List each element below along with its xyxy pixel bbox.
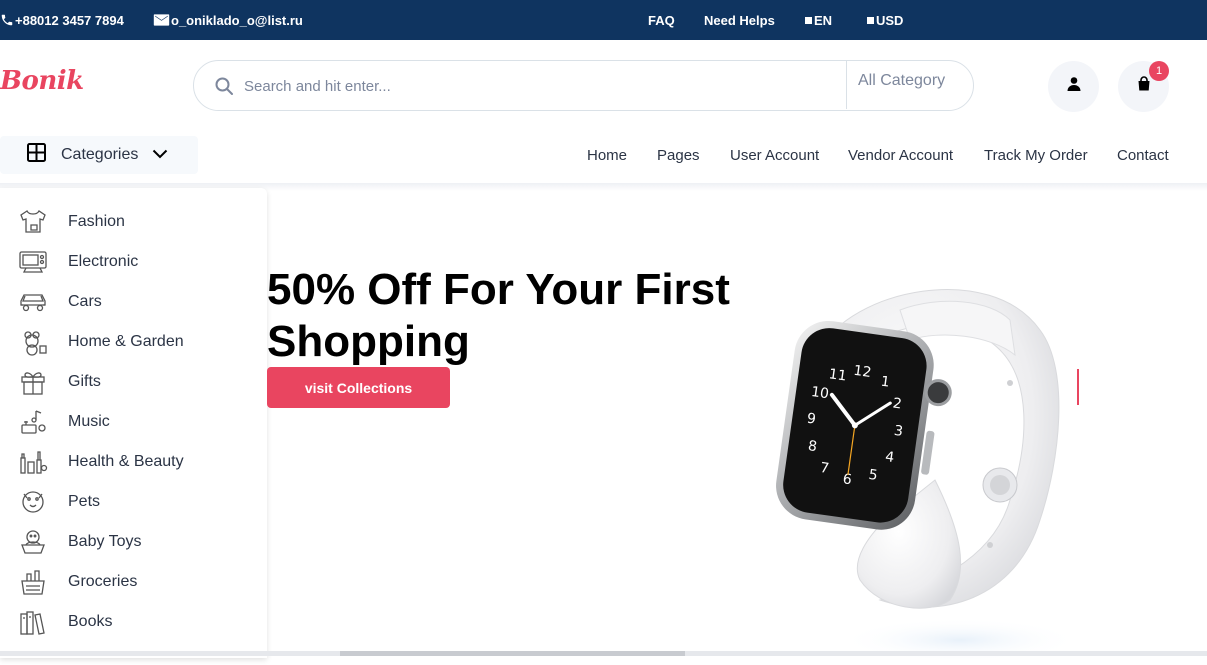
nav-track-my-order[interactable]: Track My Order (984, 147, 1088, 164)
user-account-button[interactable] (1048, 61, 1099, 112)
email-info: o_oniklado_o@list.ru (153, 0, 303, 40)
horizontal-scrollbar[interactable] (0, 651, 1207, 656)
cart-count-badge: 1 (1149, 61, 1169, 81)
health-beauty-icon (18, 448, 48, 476)
category-electronic[interactable]: Electronic (0, 241, 267, 281)
phone-number: +88012 3457 7894 (15, 12, 124, 28)
scrollbar-thumb[interactable] (340, 651, 685, 656)
fashion-icon (18, 208, 48, 236)
category-fashion[interactable]: Fashion (0, 201, 267, 241)
nav-vendor-account[interactable]: Vendor Account (848, 147, 953, 164)
category-label: Baby Toys (68, 533, 142, 550)
category-books[interactable]: Books (0, 601, 267, 641)
svg-text:12: 12 (852, 363, 872, 381)
gift-icon (18, 368, 48, 396)
category-label: Pets (68, 493, 101, 510)
language-label: EN (814, 12, 833, 28)
home-garden-icon (18, 328, 48, 356)
flag-icon (867, 16, 874, 24)
currency-label: USD (876, 12, 904, 28)
category-health-beauty[interactable]: Health & Beauty (0, 441, 267, 481)
category-label: Music (68, 413, 110, 430)
books-icon (18, 608, 48, 636)
search-input[interactable] (244, 74, 804, 98)
category-select[interactable]: All Category (858, 72, 945, 90)
car-icon (18, 288, 48, 316)
faq-link[interactable]: FAQ (648, 0, 675, 40)
category-groceries[interactable]: Groceries (0, 561, 267, 601)
phone-info: +88012 3457 7894 (0, 0, 124, 40)
top-bar: +88012 3457 7894 o_oniklado_o@list.ru FA… (0, 0, 1207, 40)
phone-icon (0, 13, 15, 27)
category-label: Home & Garden (68, 333, 184, 350)
category-label: Electronic (68, 253, 139, 270)
hero-title: 50% Off For Your First Shopping (267, 265, 730, 366)
music-icon (18, 408, 48, 436)
baby-toys-icon (18, 528, 48, 556)
search-bar: All Category (193, 60, 974, 111)
category-label: Groceries (68, 573, 138, 590)
category-cars[interactable]: Cars (0, 281, 267, 321)
categories-label: Categories (61, 146, 139, 163)
category-label: Cars (68, 293, 102, 310)
logo[interactable]: Bonik (0, 66, 84, 96)
visit-collections-button[interactable]: visit Collections (267, 367, 450, 408)
nav-contact[interactable]: Contact (1117, 147, 1169, 164)
user-icon (1066, 76, 1082, 97)
svg-text:10: 10 (810, 384, 830, 402)
nav-user-account[interactable]: User Account (730, 147, 819, 164)
nav-pages[interactable]: Pages (657, 147, 700, 164)
currency-select[interactable]: USD (867, 0, 903, 40)
shopping-bag-icon (1136, 76, 1152, 97)
category-home-garden[interactable]: Home & Garden (0, 321, 267, 361)
electronic-icon (18, 248, 48, 276)
category-pets[interactable]: Pets (0, 481, 267, 521)
pets-icon (18, 488, 48, 516)
email-address: o_oniklado_o@list.ru (171, 12, 303, 28)
smartwatch-image: 12 1 2 3 4 5 6 7 8 9 10 11 (760, 270, 1090, 665)
help-link[interactable]: Need Helps (704, 0, 775, 40)
nav-home[interactable]: Home (587, 147, 627, 164)
flag-icon (805, 16, 812, 24)
groceries-icon (18, 568, 48, 596)
svg-text:11: 11 (828, 366, 848, 384)
category-label: Gifts (68, 373, 101, 390)
categories-button[interactable]: Categories (0, 136, 198, 174)
language-select[interactable]: EN (805, 0, 832, 40)
category-gifts[interactable]: Gifts (0, 361, 267, 401)
category-baby-toys[interactable]: Baby Toys (0, 521, 267, 561)
category-label: Books (68, 613, 113, 630)
category-label: Health & Beauty (68, 453, 184, 470)
grid-icon (27, 143, 46, 167)
category-label: Fashion (68, 213, 125, 230)
category-music[interactable]: Music (0, 401, 267, 441)
search-icon (214, 76, 234, 101)
category-menu: Fashion Electronic Cars Home & Garden Gi… (0, 188, 267, 658)
mail-icon (153, 13, 171, 27)
search-divider (846, 61, 847, 109)
chevron-down-icon (152, 146, 168, 164)
